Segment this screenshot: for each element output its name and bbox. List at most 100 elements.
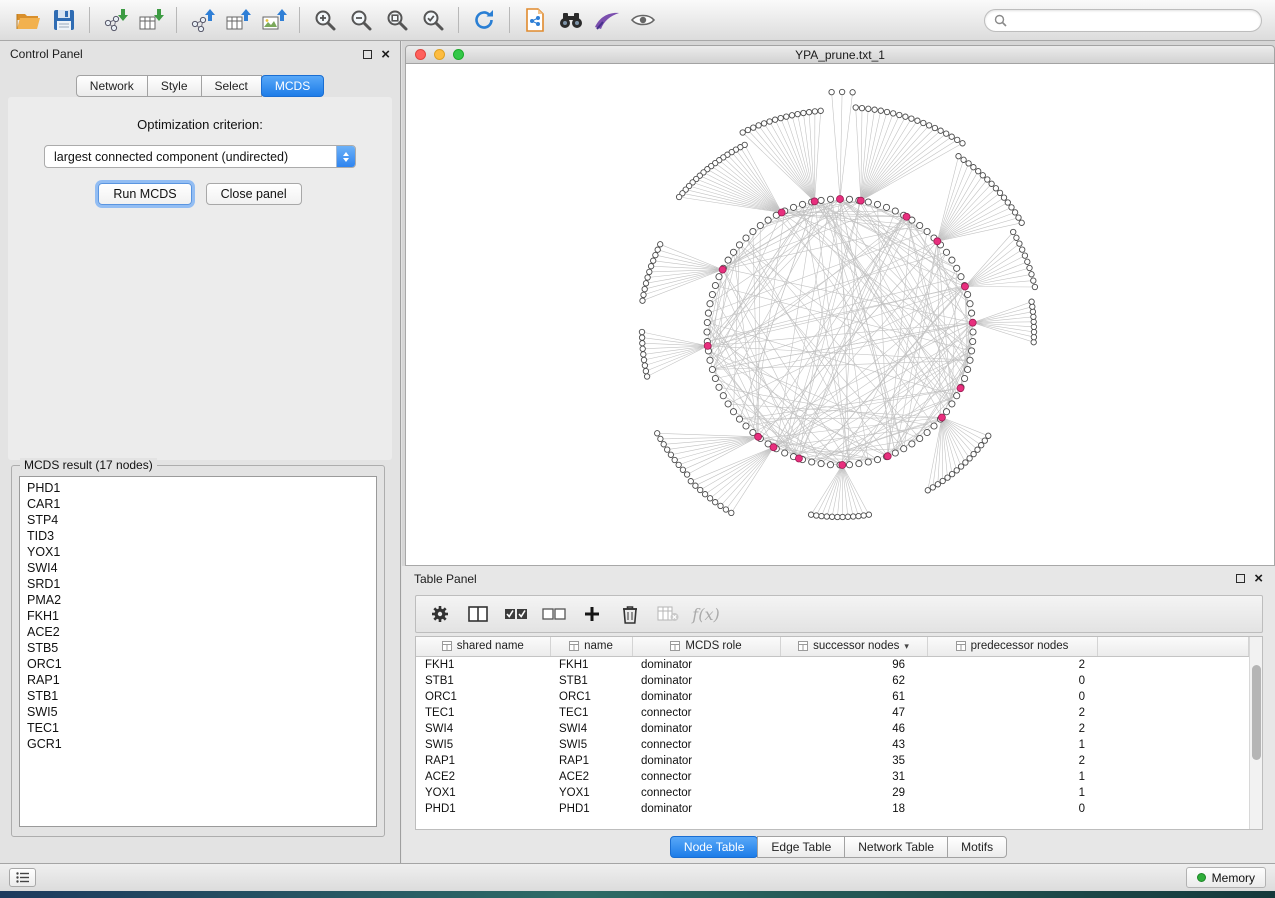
network-node[interactable] [641,352,646,357]
network-node[interactable] [743,235,749,241]
import-table-button[interactable] [133,4,169,36]
find-button[interactable] [553,4,589,36]
network-node[interactable] [944,131,949,136]
network-node[interactable] [970,329,976,335]
network-node[interactable] [1030,309,1035,314]
network-node[interactable] [756,123,761,128]
tab-motifs[interactable]: Motifs [947,836,1007,858]
network-node[interactable] [824,514,829,519]
network-node[interactable] [707,357,713,363]
network-node[interactable] [639,329,644,334]
network-node[interactable] [970,338,976,344]
network-node[interactable] [909,116,914,121]
network-node[interactable] [1032,284,1037,289]
network-node[interactable] [1031,314,1036,319]
network-node[interactable] [639,335,644,340]
network-node[interactable] [799,201,805,207]
network-node[interactable] [642,286,647,291]
select-all-button[interactable] [500,599,532,629]
network-node[interactable] [985,177,990,182]
network-node[interactable] [680,467,685,472]
network-node[interactable] [1020,247,1025,252]
network-node[interactable] [730,409,736,415]
network-node[interactable] [713,500,718,505]
network-node[interactable] [897,112,902,117]
network-node[interactable] [641,292,646,297]
result-list-item[interactable]: PMA2 [20,592,376,608]
network-node[interactable] [827,462,833,468]
result-list-item[interactable]: GCR1 [20,736,376,752]
network-node[interactable] [829,514,834,519]
network-node[interactable] [1014,235,1019,240]
clone-network-button[interactable] [517,4,553,36]
network-node[interactable] [712,375,718,381]
network-node[interactable] [789,113,794,118]
open-file-button[interactable] [10,4,46,36]
deselect-all-button[interactable] [538,599,570,629]
network-node[interactable] [642,363,647,368]
network-node[interactable] [665,447,670,452]
table-mode-button[interactable] [424,599,456,629]
network-node[interactable] [1031,340,1036,345]
network-node[interactable] [921,120,926,125]
network-node[interactable] [772,117,777,122]
network-graph[interactable] [406,64,1274,565]
network-node[interactable] [960,141,965,146]
mcds-dominator-node[interactable] [811,198,818,205]
column-header[interactable]: name [550,637,632,656]
import-network-button[interactable] [97,4,133,36]
mcds-dominator-node[interactable] [857,197,864,204]
network-node[interactable] [707,301,713,307]
network-node[interactable] [891,111,896,116]
network-node[interactable] [940,478,945,483]
network-node[interactable] [954,468,959,473]
mcds-dominator-node[interactable] [839,462,846,469]
network-node[interactable] [963,460,968,465]
network-node[interactable] [840,514,845,519]
network-node[interactable] [878,108,883,113]
network-node[interactable] [931,423,937,429]
table-row[interactable]: STB1STB1dominator620 [416,673,1249,689]
network-node[interactable] [814,513,819,518]
network-node[interactable] [925,488,930,493]
network-node[interactable] [684,472,689,477]
network-node[interactable] [856,461,862,467]
network-node[interactable] [643,368,648,373]
network-node[interactable] [676,462,681,467]
network-node[interactable] [808,512,813,517]
network-node[interactable] [818,197,824,203]
network-node[interactable] [986,433,991,438]
network-node[interactable] [718,503,723,508]
network-node[interactable] [989,181,994,186]
network-node[interactable] [716,274,722,280]
network-node[interactable] [698,487,703,492]
network-node[interactable] [676,194,681,199]
network-node[interactable] [809,459,815,465]
export-image-button[interactable] [256,4,292,36]
network-node[interactable] [969,310,975,316]
network-node[interactable] [705,310,711,316]
network-node[interactable] [761,121,766,126]
network-node[interactable] [967,301,973,307]
network-node[interactable] [765,217,771,223]
mcds-dominator-node[interactable] [755,433,762,440]
network-node[interactable] [1011,229,1016,234]
result-list-item[interactable]: STP4 [20,512,376,528]
result-list-item[interactable]: PHD1 [20,480,376,496]
network-node[interactable] [1019,220,1024,225]
network-node[interactable] [767,119,772,124]
network-node[interactable] [661,442,666,447]
network-node[interactable] [845,514,850,519]
network-node[interactable] [853,105,858,110]
network-node[interactable] [958,274,964,280]
network-node[interactable] [641,357,646,362]
network-node[interactable] [712,282,718,288]
table-row[interactable]: PHD1PHD1dominator180 [416,801,1249,817]
close-panel-button[interactable]: Close panel [206,183,302,205]
table-row[interactable]: RAP1RAP1dominator352 [416,753,1249,769]
result-list-item[interactable]: ORC1 [20,656,376,672]
network-node[interactable] [892,450,898,456]
search-input[interactable] [1013,13,1252,27]
network-node[interactable] [1012,210,1017,215]
tab-mcds[interactable]: MCDS [261,75,324,97]
